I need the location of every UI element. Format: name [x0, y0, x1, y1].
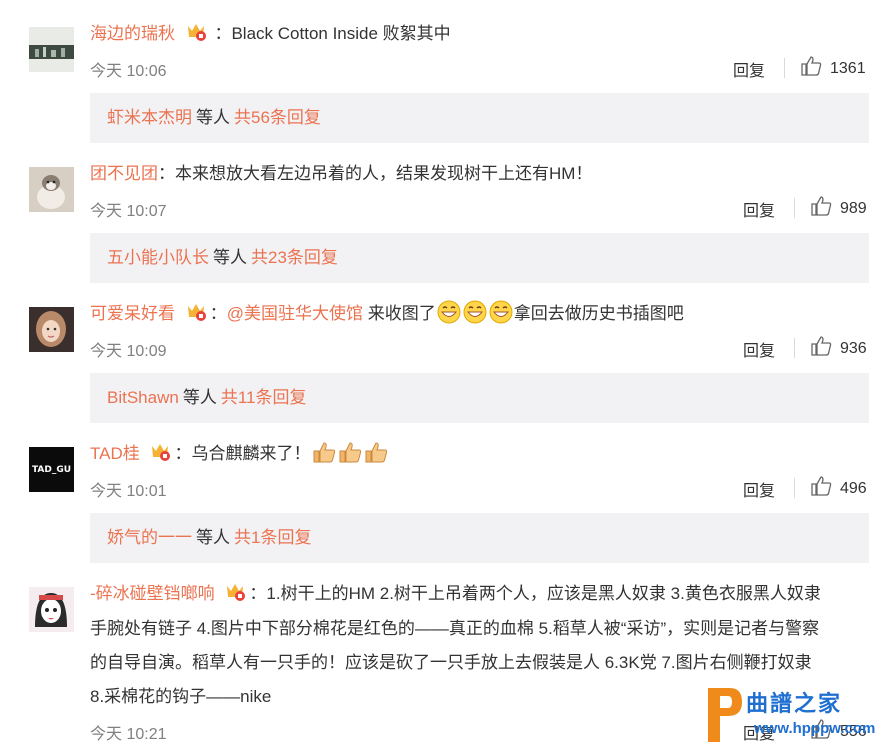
username-link[interactable]: -碎冰碰壁铛啷响	[90, 584, 215, 603]
avatar[interactable]	[29, 167, 74, 212]
sub-replies-box[interactable]: 虾米本杰明 等人 共56条回复	[90, 93, 869, 143]
avatar[interactable]	[29, 27, 74, 72]
sub-reply-suffix: 等人	[182, 388, 217, 407]
thumbs-up-emoji-icon	[311, 440, 336, 464]
more-replies-link[interactable]: 共11条回复	[221, 388, 307, 407]
comment-text-line-2: 手腕处有链子 4.图片中下部分棉花是红色的——真正的血棉 5.稻草人被“采访”，…	[90, 619, 820, 638]
reply-button[interactable]: 回复	[743, 477, 775, 501]
like-button[interactable]: 989	[810, 195, 867, 222]
vip-badge-icon	[223, 580, 247, 601]
avatar-text: TAD_GU	[31, 464, 72, 475]
timestamp: 今天 10:07	[90, 203, 167, 220]
more-replies-link[interactable]: 共56条回复	[234, 108, 321, 127]
comment-text-line-3: 的自导自演。稻草人有一只手的！应该是砍了一只手放上去假装是人 6.3K党 7.图…	[90, 653, 812, 672]
sub-replies-box[interactable]: BitShawn 等人 共11条回复	[90, 373, 869, 423]
sub-reply-suffix: 等人	[196, 528, 230, 547]
comment-text-line-1: ：1.树干上的HM 2.树干上吊着两个人，应该是黑人奴隶 3.黄色衣服黑人奴隶	[249, 584, 821, 603]
like-count: 496	[840, 479, 867, 497]
thumbs-up-icon	[800, 55, 822, 82]
reply-button[interactable]: 回复	[743, 197, 775, 221]
vip-badge-icon	[184, 20, 208, 41]
sub-reply-user[interactable]: BitShawn	[107, 388, 179, 407]
grinning-emoji-icon	[489, 300, 513, 324]
watermark-url: www.hpppw.com	[754, 720, 876, 737]
like-count: 1361	[830, 59, 866, 77]
comment-body: -碎冰碰壁铛啷响 ：1.树干上的HM 2.树干上吊着两个人，应该是黑人奴隶 3.…	[90, 577, 866, 611]
sub-replies-box[interactable]: 娇气的一一 等人 共1条回复	[90, 513, 869, 563]
comment-body: 可爱呆好看 ：@美国驻华大使馆 来收图了 拿回去做历史书插图吧	[90, 297, 866, 331]
comment-body: 团不见团：本来想放大看左边吊着的人，结果发现树干上还有HM！	[90, 157, 866, 191]
thumbs-up-emoji-icon	[363, 440, 388, 464]
more-replies-link[interactable]: 共23条回复	[251, 248, 338, 267]
divider	[784, 58, 785, 78]
mention-link[interactable]: @美国驻华大使馆	[227, 304, 363, 323]
like-button[interactable]: 1361	[800, 55, 866, 82]
like-button[interactable]: 496	[810, 475, 867, 502]
avatar[interactable]: TAD_GU	[29, 447, 74, 492]
like-count: 989	[840, 199, 867, 217]
more-replies-link[interactable]: 共1条回复	[234, 528, 311, 547]
thumbs-up-icon	[810, 475, 832, 502]
like-count: 936	[840, 339, 867, 357]
reply-button[interactable]: 回复	[743, 337, 775, 361]
reply-button[interactable]: 回复	[733, 57, 765, 81]
divider	[794, 338, 795, 358]
sub-reply-user[interactable]: 娇气的一一	[107, 528, 192, 547]
comment-text: ：Black Cotton Inside 败絮其中	[214, 24, 451, 43]
thumbs-up-emoji-icon	[337, 440, 362, 464]
sub-reply-suffix: 等人	[213, 248, 247, 267]
sub-replies-box[interactable]: 五小能小队长 等人 共23条回复	[90, 233, 869, 283]
grinning-emoji-icon	[437, 300, 461, 324]
sub-reply-suffix: 等人	[196, 108, 230, 127]
comment-text: ：乌合麒麟来了！	[174, 444, 311, 463]
username-link[interactable]: TAD桂	[90, 444, 140, 463]
comment-text: 来收图了	[363, 304, 436, 323]
grinning-emoji-icon	[463, 300, 487, 324]
comment-body: 海边的瑞秋 ：Black Cotton Inside 败絮其中	[90, 17, 866, 51]
username-link[interactable]: 海边的瑞秋	[90, 24, 175, 43]
watermark-text: 曲譜之家	[746, 691, 843, 716]
comment-body: TAD桂 ：乌合麒麟来了！	[90, 437, 866, 471]
username-link[interactable]: 可爱呆好看	[90, 304, 175, 323]
thumbs-up-icon	[810, 335, 832, 362]
avatar[interactable]	[29, 307, 74, 352]
username-link[interactable]: 团不见团	[90, 164, 158, 183]
comment-text-2: 拿回去做历史书插图吧	[513, 304, 684, 323]
timestamp: 今天 10:21	[90, 726, 167, 743]
vip-badge-icon	[184, 300, 208, 321]
site-watermark: 曲譜之家 www.hpppw.com	[700, 680, 886, 748]
comment-text: ：本来想放大看左边吊着的人，结果发现树干上还有HM！	[158, 164, 593, 183]
timestamp: 今天 10:06	[90, 63, 167, 80]
thumbs-up-icon	[810, 195, 832, 222]
vip-badge-icon	[148, 440, 172, 461]
like-button[interactable]: 936	[810, 335, 867, 362]
timestamp: 今天 10:01	[90, 483, 167, 500]
avatar[interactable]	[29, 587, 74, 632]
timestamp: 今天 10:09	[90, 343, 167, 360]
sub-reply-user[interactable]: 五小能小队长	[107, 248, 209, 267]
divider	[794, 478, 795, 498]
sub-reply-user[interactable]: 虾米本杰明	[107, 108, 192, 127]
divider	[794, 198, 795, 218]
watermark-logo-icon	[700, 682, 746, 751]
comment-separator: ：	[209, 304, 227, 323]
